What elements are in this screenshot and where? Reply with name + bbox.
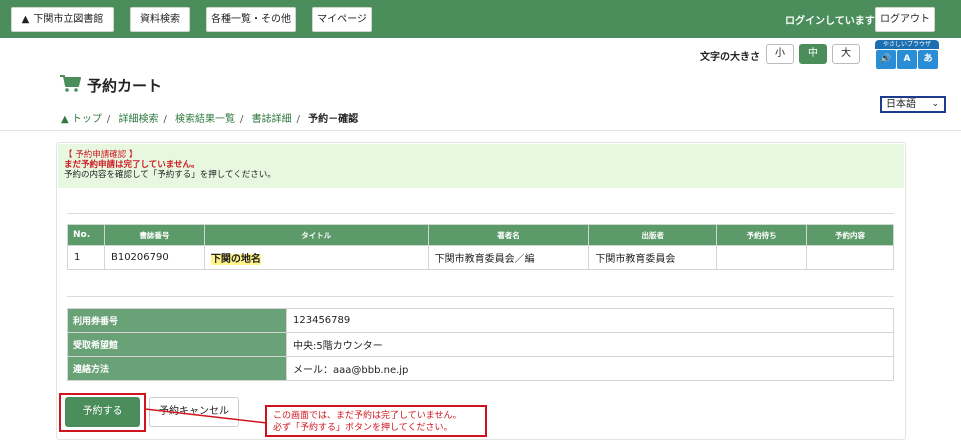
font-size-medium-button[interactable]: 中 <box>799 44 827 64</box>
col-header-wait: 予約待ち <box>716 224 808 246</box>
callout-line-1: この画面では、まだ予約は完了していません。 <box>273 411 462 421</box>
easy-browser-widget[interactable]: やさしいブラウザ 🔊 A あ <box>875 40 939 70</box>
warning-callout: この画面では、まだ予約は完了していません。 必ず「予約する」ボタンを押してくださ… <box>265 405 487 437</box>
home-icon: ▲ <box>21 14 30 25</box>
title-link[interactable]: 下関の地名 <box>210 254 261 265</box>
cell-no: 1 <box>67 245 105 270</box>
home-button[interactable]: ▲ 下関市立図書館 <box>11 7 114 32</box>
header-divider <box>0 130 961 131</box>
col-header-author: 著者名 <box>427 224 590 246</box>
font-size-small-button[interactable]: 小 <box>766 44 794 64</box>
card-number-value: 123456789 <box>286 308 894 333</box>
reservation-panel: 【 予約申請確認 】 まだ予約申請は完了していません。 予約の内容を確認して「予… <box>56 142 906 440</box>
confirmation-notice: 【 予約申請確認 】 まだ予約申請は完了していません。 予約の内容を確認して「予… <box>58 144 904 188</box>
font-size-large-button[interactable]: 大 <box>832 44 860 64</box>
table-row: 1 B10206790 下関の地名 下関市教育委員会／編 下関市教育委員会 <box>67 245 894 270</box>
language-select[interactable]: 日本語 ⌄ <box>880 96 946 113</box>
contact-method-value: メール：aaa@bbb.ne.jp <box>286 356 894 381</box>
chevron-down-icon: ⌄ <box>931 99 939 109</box>
speaker-icon[interactable]: 🔊 <box>876 50 896 69</box>
reservation-info-table: 利用券番号 123456789 受取希望館 中央:5階カウンター 連絡方法 メー… <box>67 308 894 381</box>
divider <box>67 296 894 297</box>
table-header-row: No. 書誌番号 タイトル 著者名 出版者 予約待ち 予約内容 <box>67 224 894 246</box>
language-select-value: 日本語 <box>886 99 916 110</box>
mypage-button[interactable]: マイページ <box>312 7 372 32</box>
notice-instruction: 予約の内容を確認して「予約する」を押してください。 <box>64 170 276 180</box>
breadcrumb-separator: / <box>296 114 300 125</box>
breadcrumb-current: 予約－確認 <box>308 114 359 125</box>
ruby-text-icon[interactable]: A <box>897 50 917 69</box>
cart-icon <box>60 75 81 92</box>
font-size-label: 文字の大きさ <box>700 52 760 63</box>
divider <box>67 213 894 214</box>
breadcrumb-separator: / <box>240 114 244 125</box>
cell-title: 下関の地名 <box>203 245 429 270</box>
notice-warning: まだ予約申請は完了していません。 <box>64 160 200 170</box>
logout-button[interactable]: ログアウト <box>875 7 935 32</box>
pickup-library-value: 中央:5階カウンター <box>286 332 894 357</box>
breadcrumb-advanced-search[interactable]: 詳細検索 <box>118 114 158 125</box>
reserve-button[interactable]: 予約する <box>65 397 140 427</box>
col-header-title: タイトル <box>203 224 429 246</box>
breadcrumb-separator: / <box>106 114 111 125</box>
search-button[interactable]: 資料検索 <box>130 7 190 32</box>
home-button-label: 下関市立図書館 <box>33 14 104 25</box>
col-header-publisher: 出版者 <box>588 224 718 246</box>
cell-bib-number: B10206790 <box>103 245 205 270</box>
easy-browser-label: やさしいブラウザ <box>875 40 939 49</box>
breadcrumb-separator: / <box>163 114 167 125</box>
breadcrumb-search-results[interactable]: 検索結果一覧 <box>175 114 235 125</box>
page-title: 予約カート <box>87 77 163 95</box>
cell-wait <box>716 245 808 270</box>
notice-heading: 【 予約申請確認 】 <box>64 150 138 160</box>
login-status: ログインしています <box>785 16 875 27</box>
col-header-details: 予約内容 <box>806 224 894 246</box>
info-row-pickup-library: 受取希望館 中央:5階カウンター <box>67 332 894 357</box>
cell-author: 下関市教育委員会／編 <box>427 245 590 270</box>
callout-connector <box>145 408 267 424</box>
col-header-bib-number: 書誌番号 <box>103 224 205 246</box>
home-icon: ▲ <box>61 114 69 125</box>
reservation-items-table: No. 書誌番号 タイトル 著者名 出版者 予約待ち 予約内容 1 B10206… <box>67 224 894 270</box>
cell-details <box>806 245 894 270</box>
breadcrumb-top[interactable]: トップ <box>72 114 102 125</box>
top-navigation-bar: ▲ 下関市立図書館 資料検索 各種一覧・その他 マイページ ログインしています ロ… <box>0 0 961 38</box>
breadcrumb-bib-detail[interactable]: 書誌詳細 <box>252 114 292 125</box>
hiragana-icon[interactable]: あ <box>918 50 938 69</box>
callout-line-2: 必ず「予約する」ボタンを押してください。 <box>273 423 453 433</box>
breadcrumb: ▲ トップ / 詳細検索 / 検索結果一覧 / 書誌詳細 / 予約－確認 <box>61 110 358 125</box>
pickup-library-label: 受取希望館 <box>67 332 287 357</box>
info-row-contact-method: 連絡方法 メール：aaa@bbb.ne.jp <box>67 356 894 381</box>
card-number-label: 利用券番号 <box>67 308 287 333</box>
info-row-card-number: 利用券番号 123456789 <box>67 308 894 333</box>
lists-button[interactable]: 各種一覧・その他 <box>206 7 296 32</box>
contact-method-label: 連絡方法 <box>67 356 287 381</box>
cell-publisher: 下関市教育委員会 <box>588 245 718 270</box>
col-header-no: No. <box>67 224 105 246</box>
